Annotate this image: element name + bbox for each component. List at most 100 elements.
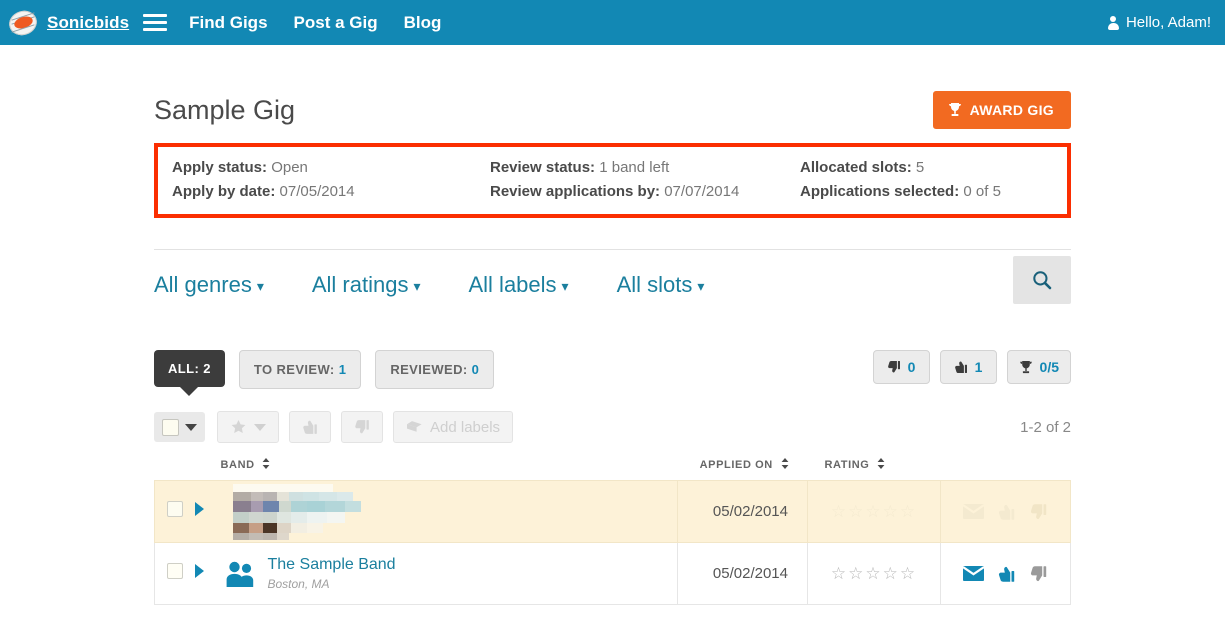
chevron-down-icon: ▾ xyxy=(256,278,264,294)
status-value-review-status: 1 band left xyxy=(599,159,670,176)
status-line-review-by: Review applications by: 07/07/2014 xyxy=(490,183,800,200)
stat-button-group: 0 1 0/5 xyxy=(872,350,1071,384)
row-applied-on: 05/02/2014 xyxy=(677,542,808,605)
filter-all-labels-label: All labels xyxy=(468,272,557,297)
status-column-review: Review status: 1 band left Review applic… xyxy=(490,159,800,200)
redacted-band-info xyxy=(222,483,678,540)
redacted-pixels xyxy=(222,483,361,540)
tab-reviewed[interactable]: REVIEWED: 0 xyxy=(375,350,495,389)
th-applied-on[interactable]: APPLIED ON xyxy=(678,457,808,481)
thumbs-down-icon[interactable] xyxy=(1029,565,1048,583)
content-container: Sample Gig AWARD GIG Apply status: Open xyxy=(154,45,1071,605)
tab-to-review[interactable]: TO REVIEW: 1 xyxy=(238,350,362,389)
row-actions xyxy=(941,565,1070,583)
nav-link-blog[interactable]: Blog xyxy=(404,13,442,33)
select-all-dropdown[interactable] xyxy=(154,412,205,442)
row-checkbox[interactable] xyxy=(166,501,183,517)
stat-thumbs-down-button[interactable]: 0 xyxy=(872,350,930,384)
tab-reviewed-count: 0 xyxy=(471,362,480,377)
search-icon xyxy=(1033,271,1052,290)
row-rating-stars: ☆☆☆☆☆ xyxy=(830,563,918,583)
band-name-link[interactable]: The Sample Band xyxy=(268,556,396,574)
sort-icon xyxy=(781,458,788,469)
user-greeting[interactable]: Hello, Adam! xyxy=(1107,14,1211,31)
status-label-applications-selected: Applications selected: xyxy=(800,183,960,200)
filter-all-labels[interactable]: All labels ▾ xyxy=(469,272,569,298)
row-band-cell xyxy=(220,480,678,543)
sonicbids-logo-icon[interactable] xyxy=(5,6,41,39)
award-gig-button[interactable]: AWARD GIG xyxy=(932,91,1071,129)
stat-thumbs-up-value: 1 xyxy=(974,359,983,375)
chevron-down-icon xyxy=(254,423,266,431)
status-line-apply-by-date: Apply by date: 07/05/2014 xyxy=(172,183,490,200)
page-body: Sample Gig AWARD GIG Apply status: Open xyxy=(0,45,1225,605)
brand-link[interactable]: Sonicbids xyxy=(47,13,129,33)
rate-star-button[interactable] xyxy=(217,411,279,443)
add-labels-label: Add labels xyxy=(430,418,501,436)
nav-link-post-a-gig[interactable]: Post a Gig xyxy=(294,13,378,33)
bulk-thumbs-up-button[interactable] xyxy=(289,411,331,443)
status-label-review-by: Review applications by: xyxy=(490,183,661,200)
chevron-down-icon: ▾ xyxy=(413,278,421,294)
thumbs-up-icon[interactable] xyxy=(997,503,1016,521)
person-icon xyxy=(1107,15,1119,30)
row-applied-on: 05/02/2014 xyxy=(677,480,808,543)
filter-all-ratings[interactable]: All ratings ▾ xyxy=(312,272,421,298)
stat-thumbs-up-button[interactable]: 1 xyxy=(939,350,997,384)
tab-all[interactable]: ALL: 2 xyxy=(154,350,225,387)
thumbs-up-icon[interactable] xyxy=(997,565,1016,583)
band-info: The Sample Band Boston, MA xyxy=(222,556,678,591)
page-title: Sample Gig xyxy=(154,94,296,125)
tab-to-review-label: TO REVIEW: xyxy=(253,362,335,377)
filter-all-genres[interactable]: All genres ▾ xyxy=(154,272,264,298)
pagination-label: 1-2 of 2 xyxy=(1020,419,1071,436)
star-icon xyxy=(231,420,246,433)
th-select xyxy=(155,457,195,481)
row-checkbox[interactable] xyxy=(166,563,183,579)
row-rating-cell[interactable]: ☆☆☆☆☆ xyxy=(807,480,941,543)
stat-trophy-value: 0/5 xyxy=(1039,359,1059,375)
sort-icon xyxy=(877,458,885,469)
top-navigation-bar: Sonicbids Find Gigs Post a Gig Blog Hell… xyxy=(0,0,1225,45)
mail-icon[interactable] xyxy=(963,566,984,581)
status-label-allocated-slots: Allocated slots: xyxy=(800,159,912,176)
select-all-checkbox[interactable] xyxy=(162,418,179,436)
status-line-review-status: Review status: 1 band left xyxy=(490,159,800,176)
status-line-apply-status: Apply status: Open xyxy=(172,159,490,176)
hamburger-menu-icon[interactable] xyxy=(143,13,168,33)
table-body: 05/02/2014 ☆☆☆☆☆ The Sample Band Boston,… xyxy=(154,480,1071,605)
chevron-down-icon: ▾ xyxy=(561,278,569,294)
table-header-row: BAND APPLIED ON RATING xyxy=(155,457,1071,481)
row-rating-cell[interactable]: ☆☆☆☆☆ xyxy=(807,542,941,605)
title-row: Sample Gig AWARD GIG xyxy=(154,45,1071,143)
th-rating[interactable]: RATING xyxy=(808,457,941,481)
bulk-action-toolbar: Add labels 1-2 of 2 xyxy=(154,389,1071,443)
nav-link-find-gigs[interactable]: Find Gigs xyxy=(189,13,267,33)
filter-all-slots[interactable]: All slots ▾ xyxy=(617,272,705,298)
trophy-icon xyxy=(948,102,961,116)
search-button[interactable] xyxy=(1013,256,1071,304)
status-value-apply-by-date: 07/05/2014 xyxy=(279,183,355,200)
row-rating-stars: ☆☆☆☆☆ xyxy=(830,501,918,521)
bulk-thumbs-down-button[interactable] xyxy=(341,411,383,443)
th-actions xyxy=(941,457,1071,481)
thumbs-down-icon xyxy=(887,361,900,373)
expand-triangle-icon[interactable] xyxy=(194,564,204,578)
thumbs-up-icon xyxy=(954,361,967,373)
th-band[interactable]: BAND xyxy=(221,457,678,481)
add-labels-button[interactable]: Add labels xyxy=(393,411,514,443)
review-tabs: ALL: 2 TO REVIEW: 1 REVIEWED: 0 0 1 0/5 xyxy=(154,308,1071,389)
filter-bar: All genres ▾ All ratings ▾ All labels ▾ … xyxy=(154,250,1071,308)
gig-status-box: Apply status: Open Apply by date: 07/05/… xyxy=(154,143,1071,218)
th-band-label: BAND xyxy=(220,459,255,471)
chevron-down-icon xyxy=(185,423,197,431)
stat-trophy-button[interactable]: 0/5 xyxy=(1006,350,1071,384)
expand-triangle-icon[interactable] xyxy=(194,502,204,516)
mail-icon[interactable] xyxy=(963,504,984,519)
thumbs-up-icon xyxy=(303,420,317,434)
table-row[interactable]: 05/02/2014 ☆☆☆☆☆ xyxy=(154,480,1071,543)
status-line-applications-selected: Applications selected: 0 of 5 xyxy=(800,183,1053,200)
table-row[interactable]: The Sample Band Boston, MA 05/02/2014 ☆☆… xyxy=(154,542,1071,605)
thumbs-down-icon[interactable] xyxy=(1029,503,1048,521)
status-value-allocated-slots: 5 xyxy=(915,159,925,176)
